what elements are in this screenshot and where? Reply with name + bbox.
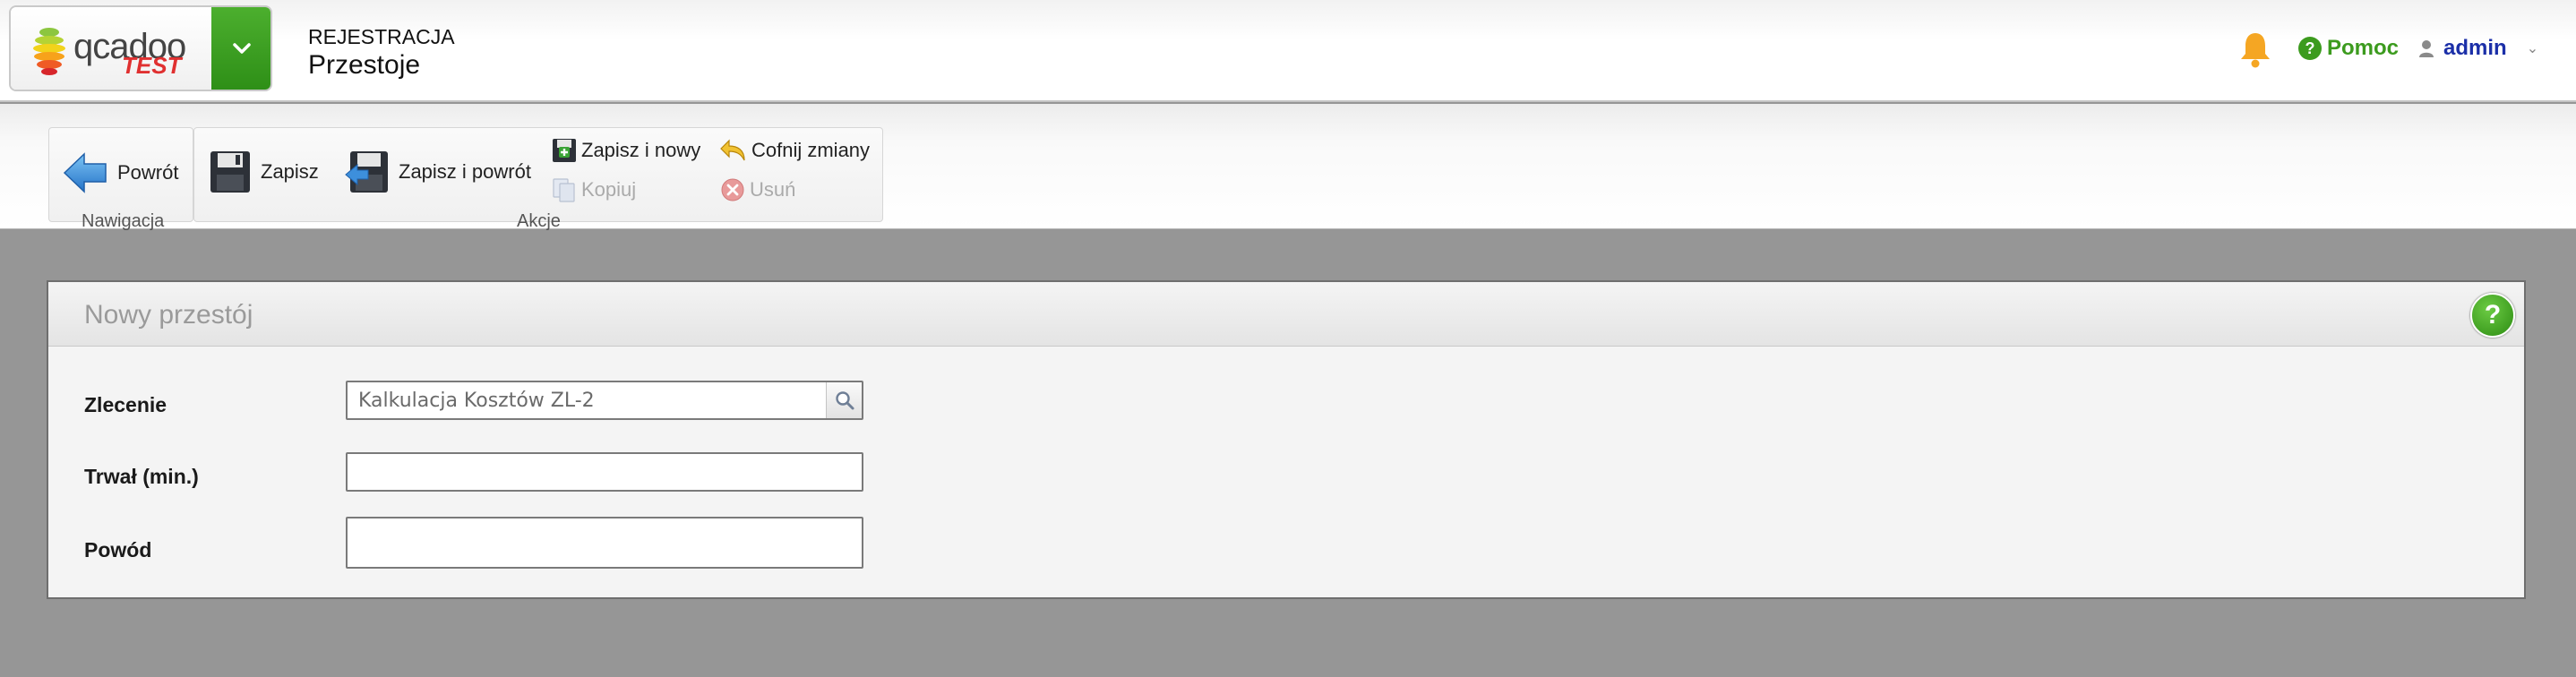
back-arrow-icon [63, 152, 107, 193]
undo-changes-label: Cofnij zmiany [751, 139, 871, 161]
save-and-back-label: Zapisz i powrót [399, 160, 531, 183]
order-lookup-button[interactable] [826, 382, 862, 418]
copy-icon [553, 178, 575, 202]
save-button-label: Zapisz [261, 160, 319, 183]
copy-button[interactable]: Kopiuj [551, 176, 636, 203]
save-and-new-button[interactable]: Zapisz i nowy [551, 137, 700, 164]
panel-title: Nowy przestój [84, 300, 253, 330]
user-name: admin [2443, 36, 2507, 60]
main-menu-button[interactable] [211, 7, 270, 90]
reason-input[interactable] [346, 517, 863, 569]
user-icon [2419, 40, 2434, 57]
undo-icon [720, 139, 745, 161]
undo-changes-button[interactable]: Cofnij zmiany [719, 137, 870, 164]
ribbon-toolbar: Powrót Nawigacja Zapisz Zapisz i powrót … [0, 104, 2576, 231]
floppy-icon [210, 151, 250, 193]
save-button[interactable]: Zapisz [209, 150, 319, 194]
order-field-label: Zlecenie [84, 393, 167, 416]
ribbon-group-navigation: Powrót Nawigacja [48, 127, 193, 231]
downtime-form-panel: Nowy przestój ? Zlecenie Trwał (min.) Po… [47, 280, 2526, 599]
help-link[interactable]: ? Pomoc [2298, 36, 2399, 61]
back-button[interactable]: Powrót [62, 150, 178, 196]
help-icon[interactable]: ? [2470, 293, 2515, 338]
logo-environment-tag: TEST [122, 52, 182, 79]
user-menu[interactable]: admin ⌄ [2418, 36, 2538, 61]
duration-field-label: Trwał (min.) [84, 465, 199, 488]
chevron-down-icon [233, 43, 251, 54]
duration-input[interactable] [346, 452, 863, 492]
app-logo-box[interactable]: qcadoo TEST [9, 5, 272, 91]
delete-icon [721, 178, 744, 201]
floppy-arrow-icon [345, 151, 388, 193]
group-label-navigation: Nawigacja [82, 211, 165, 231]
reason-field-label: Powód [84, 538, 152, 561]
page-title: Przestoje [308, 50, 421, 80]
search-icon [835, 391, 854, 410]
help-icon: ? [2298, 37, 2322, 60]
group-label-actions: Akcje [517, 211, 561, 231]
top-header: qcadoo TEST REJESTRACJA Przestoje ? Pomo… [0, 0, 2576, 102]
panel-header: Nowy przestój ? [48, 282, 2524, 347]
ribbon-group-actions: Zapisz Zapisz i powrót Zapisz i nowy Cof… [193, 127, 883, 231]
order-lookup-input[interactable] [346, 381, 863, 420]
save-and-back-button[interactable]: Zapisz i powrót [345, 150, 531, 194]
delete-label: Usuń [750, 178, 796, 201]
breadcrumb-section: REJESTRACJA [308, 25, 455, 48]
copy-label: Kopiuj [581, 178, 637, 201]
form-row-order: Zlecenie [84, 381, 890, 427]
save-and-new-label: Zapisz i nowy [581, 139, 701, 161]
back-button-label: Powrót [117, 161, 179, 184]
delete-button[interactable]: Usuń [719, 176, 795, 203]
bell-icon[interactable] [2237, 30, 2273, 68]
app-logo[interactable]: qcadoo TEST [11, 7, 211, 90]
logo-mark-icon [33, 28, 65, 75]
form-row-duration: Trwał (min.) [84, 452, 890, 499]
user-menu-chevron-icon: ⌄ [2526, 41, 2539, 56]
floppy-plus-icon [553, 139, 576, 162]
help-label: Pomoc [2327, 36, 2400, 60]
form-row-reason: Powód [84, 517, 890, 569]
